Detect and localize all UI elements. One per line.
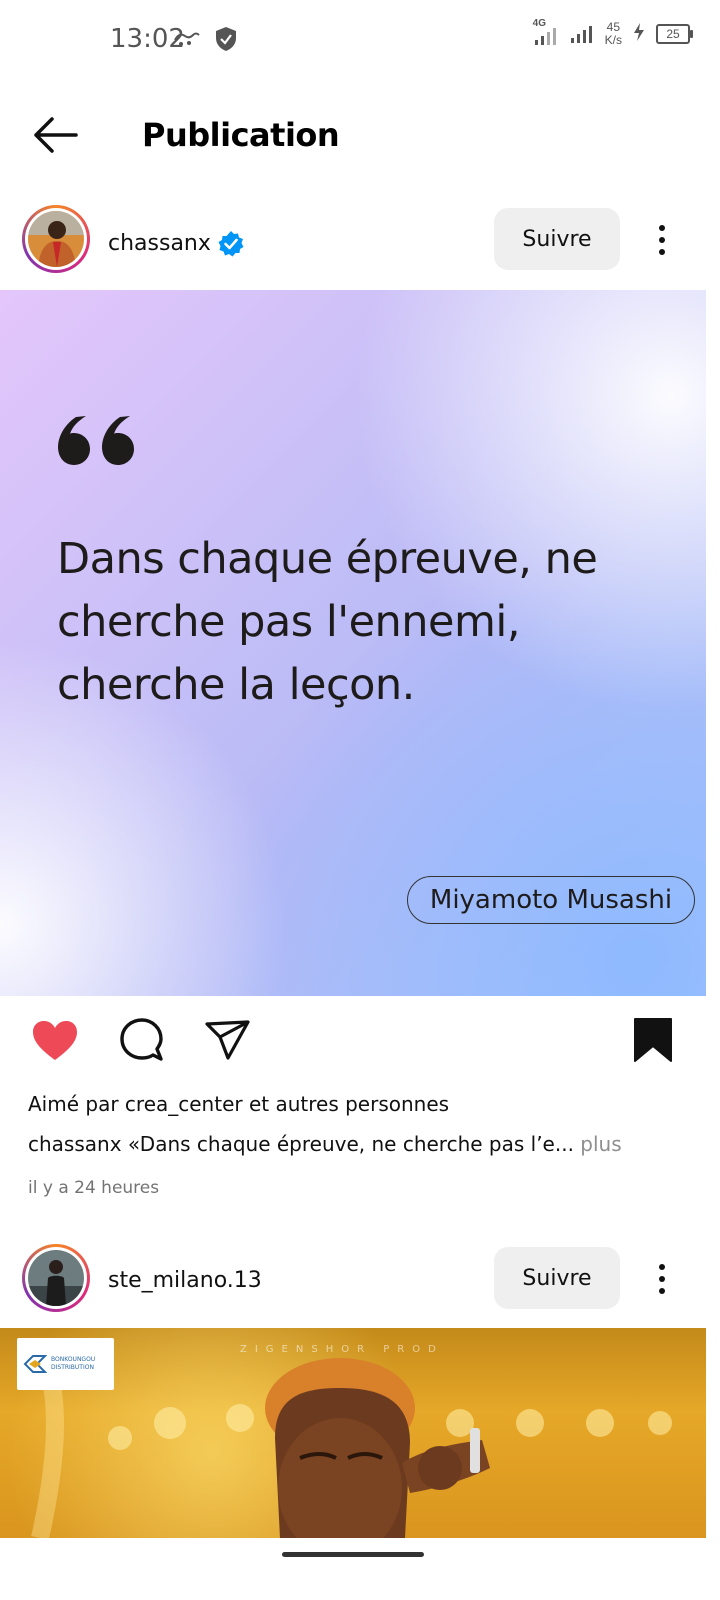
arrow-left-icon: [34, 117, 78, 153]
speed-value: 45: [606, 19, 620, 34]
network-speed: 45 K/s: [604, 19, 622, 47]
brand-name: BONKOUNGOU: [51, 1356, 96, 1363]
like-heart-icon[interactable]: [30, 1016, 80, 1066]
caption-username[interactable]: chassanx: [28, 1132, 122, 1156]
system-nav-bar: [0, 1538, 720, 1600]
comment-icon[interactable]: [117, 1016, 167, 1066]
battery-icon: 25: [656, 23, 693, 44]
brand-logo: BONKOUNGOU DISTRIBUTION: [17, 1338, 114, 1390]
quote-text: Dans chaque épreuve, ne cherche pas l'en…: [57, 534, 598, 710]
charging-icon: [632, 22, 646, 45]
battery-level: 25: [666, 26, 680, 41]
quote-mark-icon: [56, 405, 140, 472]
home-indicator[interactable]: [282, 1552, 424, 1557]
caption-text: «Dans chaque épreuve, ne cherche pas l’e…: [121, 1132, 574, 1156]
brand-sub: DISTRIBUTION: [51, 1364, 94, 1371]
avatar-photo: [28, 1250, 84, 1306]
notification-icon: [172, 28, 202, 55]
post-timestamp: il y a 24 heures: [28, 1178, 160, 1198]
shield-icon: [214, 26, 238, 57]
more-options-icon[interactable]: [647, 220, 677, 260]
avatar-photo: [28, 211, 84, 267]
speed-unit: K/s: [604, 32, 622, 47]
likes-text[interactable]: Aimé par crea_center et autres personnes: [28, 1092, 449, 1116]
brand-text: BONKOUNGOU DISTRIBUTION: [51, 1356, 95, 1372]
avatar[interactable]: [22, 205, 90, 273]
caption[interactable]: chassanx «Dans chaque épreuve, ne cherch…: [28, 1132, 622, 1156]
follow-button[interactable]: Suivre: [494, 208, 620, 270]
signal-icon: [569, 20, 595, 47]
username-text: chassanx: [108, 231, 211, 256]
follow-button[interactable]: Suivre: [494, 1247, 620, 1309]
caption-more-link[interactable]: plus: [574, 1132, 621, 1156]
status-icons: 4G 45 K/s 25: [533, 18, 693, 47]
prod-label: ZIGENSHOR PROD: [240, 1344, 444, 1355]
back-button[interactable]: [30, 115, 80, 155]
avatar[interactable]: [22, 1244, 90, 1312]
page-title: Publication: [142, 116, 340, 154]
signal-4g-icon: 4G: [533, 18, 559, 46]
bookmark-icon[interactable]: [628, 1016, 678, 1066]
post-username[interactable]: ste_milano.13: [108, 1268, 262, 1293]
share-send-icon[interactable]: [203, 1016, 253, 1066]
network-type: 4G: [532, 17, 546, 29]
verified-badge-icon: [217, 230, 245, 258]
brand-logo-icon: [23, 1355, 47, 1373]
post-username[interactable]: chassanx: [108, 230, 245, 258]
quote-author: Miyamoto Musashi: [407, 876, 695, 924]
more-options-icon[interactable]: [647, 1259, 677, 1299]
